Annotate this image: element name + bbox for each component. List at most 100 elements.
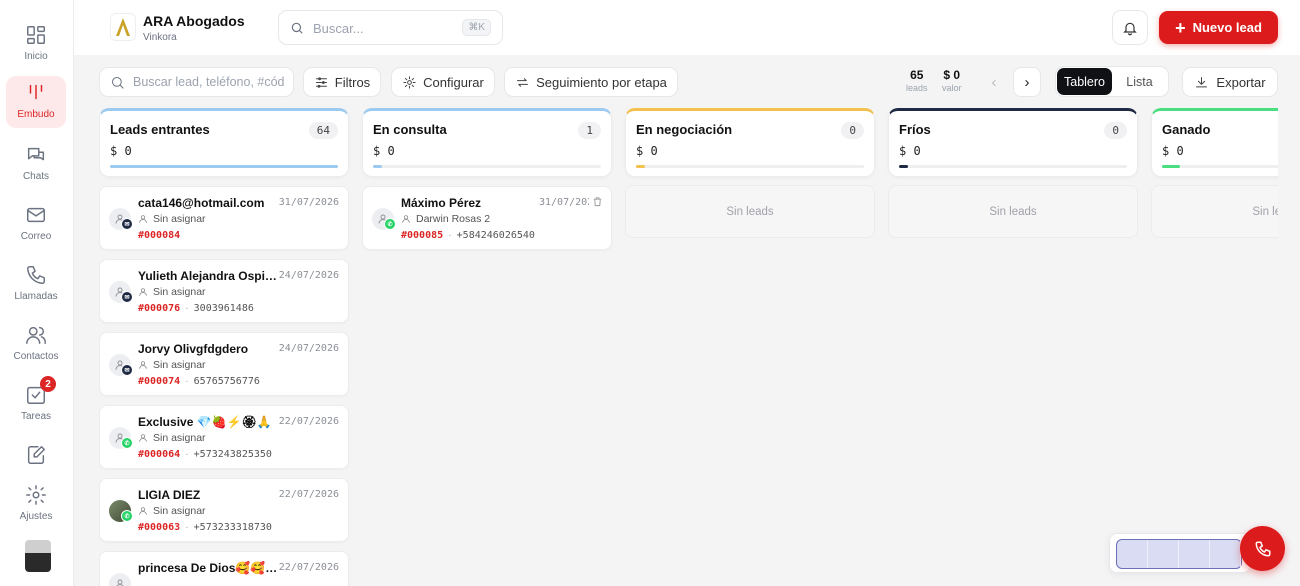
lead-name: cata146@hotmail.com bbox=[138, 196, 265, 210]
column-count: 0 bbox=[1104, 122, 1127, 139]
column-amount: $ 0 bbox=[110, 144, 132, 158]
column-amount: $ 0 bbox=[1162, 144, 1184, 158]
lead-date: 22/07/2026 bbox=[278, 489, 339, 500]
sidebar-item-embudo[interactable]: Embudo bbox=[6, 76, 66, 128]
value-amount: $ 0 bbox=[943, 68, 961, 82]
search-icon bbox=[112, 77, 124, 89]
sidebar-item-label: Correo bbox=[20, 231, 52, 242]
scroll-right-button[interactable]: › bbox=[1013, 67, 1041, 97]
column-progress bbox=[636, 165, 864, 168]
call-button[interactable] bbox=[1240, 526, 1285, 571]
gear-icon bbox=[26, 485, 46, 505]
lead-code: #000085 bbox=[401, 230, 444, 241]
lead-assignee: Sin asignar bbox=[138, 505, 206, 517]
search-placeholder: Buscar... bbox=[313, 21, 364, 36]
user-avatar[interactable] bbox=[25, 540, 51, 572]
filters-button[interactable]: Filtros bbox=[303, 67, 381, 97]
column-progress bbox=[899, 165, 1127, 168]
sliders-icon bbox=[315, 76, 327, 88]
chevron-left-icon: ‹ bbox=[991, 73, 997, 91]
search-icon bbox=[291, 22, 303, 34]
column-title: En consulta bbox=[373, 122, 447, 137]
new-lead-button[interactable]: + Nuevo lead bbox=[1159, 11, 1278, 44]
lead-card[interactable]: ✆ LIGIA DIEZ 22/07/2026 Sin asignar #000… bbox=[99, 478, 349, 542]
lead-card[interactable]: ✆ Máximo Pérez 31/07/2026 Darwin Rosas 2… bbox=[362, 186, 612, 250]
notification-badge: 2 bbox=[40, 376, 56, 392]
sidebar-item-tareas[interactable]: 2 Tareas bbox=[6, 376, 66, 430]
chat-icon bbox=[27, 147, 45, 161]
lead-assignee: Sin asignar bbox=[138, 286, 206, 298]
user-icon bbox=[139, 361, 147, 369]
lead-card[interactable]: ✆ Exclusive 💎🍓⚡🏵🙏 22/07/2026 Sin asignar… bbox=[99, 405, 349, 469]
sidebar-item-ajustes[interactable]: Ajustes bbox=[6, 478, 66, 530]
phone-icon bbox=[27, 266, 45, 284]
column-title: Leads entrantes bbox=[110, 122, 210, 137]
mail-icon bbox=[27, 207, 45, 223]
trash-icon[interactable] bbox=[592, 196, 603, 207]
scroll-left-button[interactable]: ‹ bbox=[980, 67, 1008, 97]
lead-code: #000074 bbox=[138, 376, 181, 387]
kanban-board: Leads entrantes 64 $ 0 En consulta 1 $ 0… bbox=[99, 108, 1278, 586]
view-toggle: Tablero Lista bbox=[1055, 66, 1169, 97]
column-header: En negociación 0 $ 0 bbox=[625, 108, 875, 177]
new-lead-label: Nuevo lead bbox=[1192, 20, 1262, 35]
lead-meta: #000076 · 3003961486 bbox=[138, 302, 254, 314]
column-amount: $ 0 bbox=[899, 144, 921, 158]
app-name: ARA Abogados bbox=[143, 13, 245, 29]
user-icon bbox=[139, 507, 147, 515]
export-button[interactable]: Exportar bbox=[1182, 67, 1278, 97]
lead-assignee: Sin asignar bbox=[138, 359, 206, 371]
notifications-button[interactable] bbox=[1112, 10, 1148, 45]
email-channel-icon: ✉ bbox=[121, 218, 133, 230]
lead-assignee: Darwin Rosas 2 bbox=[401, 213, 490, 225]
leads-count: 65 bbox=[910, 68, 924, 82]
lead-meta: #000064 · +573243825350 bbox=[138, 448, 272, 460]
lead-name: Exclusive 💎🍓⚡🏵🙏 bbox=[138, 415, 272, 429]
lead-date: 22/07/2026 bbox=[278, 562, 339, 573]
tab-board[interactable]: Tablero bbox=[1057, 68, 1112, 95]
sidebar-item-inicio[interactable]: Inicio bbox=[6, 18, 66, 70]
lead-date: 31/07/2026 bbox=[278, 197, 339, 208]
lead-name: Jorvy Olivgfdgdero bbox=[138, 342, 249, 356]
softphone-dock[interactable] bbox=[1109, 533, 1251, 573]
sidebar-item-label: Inicio bbox=[24, 51, 48, 62]
column-title: En negociación bbox=[636, 122, 733, 137]
stage-tracking-button[interactable]: Seguimiento por etapa bbox=[504, 67, 678, 97]
sidebar-item-label: Llamadas bbox=[14, 291, 58, 302]
brand-logo bbox=[110, 13, 136, 41]
brand: ARA Abogados Vinkora bbox=[143, 13, 245, 43]
configure-label: Configurar bbox=[423, 74, 484, 90]
lead-phone: 65765756776 bbox=[193, 376, 260, 387]
sidebar-item-chats[interactable]: Chats bbox=[6, 138, 66, 190]
lead-assignee: Sin asignar bbox=[138, 432, 206, 444]
sidebar: Inicio Embudo Chats Correo Llamadas Cont… bbox=[0, 0, 74, 586]
sidebar-item-llamadas[interactable]: Llamadas bbox=[6, 258, 66, 310]
column-header: Ganado $ 0 bbox=[1151, 108, 1278, 177]
lead-card[interactable]: ✉ Yulieth Alejandra Ospi… 24/07/2026 Sin… bbox=[99, 259, 349, 323]
column-en-negociacion: En negociación 0 $ 0 Sin leads bbox=[625, 108, 875, 238]
softphone-panel[interactable] bbox=[1116, 539, 1242, 569]
user-icon bbox=[116, 579, 124, 586]
configure-button[interactable]: Configurar bbox=[391, 67, 495, 97]
lead-search-input[interactable]: Buscar lead, teléfono, #código bbox=[99, 67, 294, 97]
tab-list[interactable]: Lista bbox=[1112, 68, 1167, 95]
filters-label: Filtros bbox=[334, 74, 371, 90]
grid-icon bbox=[27, 26, 45, 44]
sidebar-item-label: Contactos bbox=[13, 351, 59, 362]
lead-name: princesa De Dios🥰🥰… bbox=[138, 561, 278, 575]
user-icon bbox=[139, 215, 147, 223]
global-search-input[interactable]: Buscar... ⌘K bbox=[278, 10, 503, 45]
sidebar-item-contactos[interactable]: Contactos bbox=[6, 318, 66, 370]
lead-code: #000076 bbox=[138, 303, 181, 314]
sidebar-item-correo[interactable]: Correo bbox=[6, 198, 66, 250]
column-progress bbox=[373, 165, 601, 168]
user-icon bbox=[139, 288, 147, 296]
lead-card[interactable]: ✉ cata146@hotmail.com 31/07/2026 Sin asi… bbox=[99, 186, 349, 250]
top-bar: ARA Abogados Vinkora Buscar... ⌘K + Nuev… bbox=[74, 0, 1300, 55]
lead-card[interactable]: princesa De Dios🥰🥰… 22/07/2026 bbox=[99, 551, 349, 586]
users-icon bbox=[26, 326, 47, 344]
lead-card[interactable]: ✉ Jorvy Olivgfdgdero 24/07/2026 Sin asig… bbox=[99, 332, 349, 396]
sidebar-item-label: Ajustes bbox=[19, 511, 53, 522]
search-shortcut: ⌘K bbox=[462, 19, 491, 36]
lead-assignee: Sin asignar bbox=[138, 213, 206, 225]
